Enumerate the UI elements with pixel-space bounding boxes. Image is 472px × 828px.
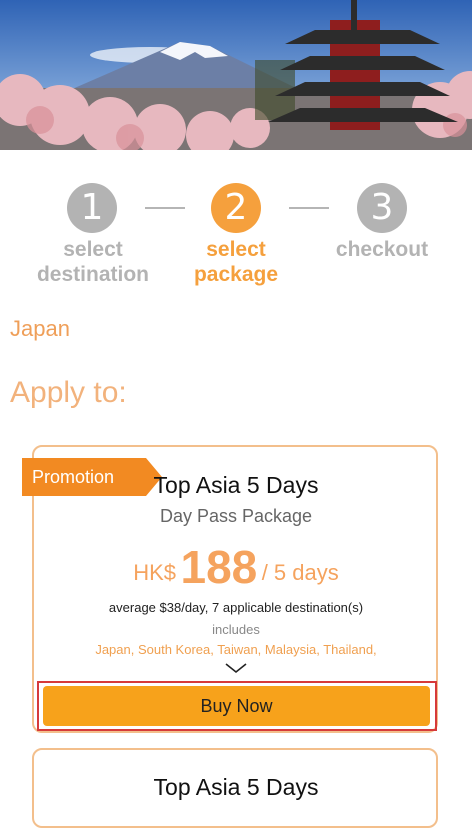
- chevron-down-icon[interactable]: [224, 662, 248, 674]
- step-1-label-line1: select: [63, 238, 123, 261]
- average-price-info: average $38/day, 7 applicable destinatio…: [108, 600, 364, 615]
- checkout-stepper: 1 2 3 select destination select package …: [0, 183, 472, 293]
- step-3-label: checkout: [307, 237, 457, 262]
- step-1-circle: 1: [67, 183, 117, 233]
- apply-to-label: Apply to:: [10, 376, 127, 409]
- package-subtitle: Day Pass Package: [159, 506, 313, 526]
- step-connector: [145, 207, 185, 209]
- price-amount: 188: [180, 541, 258, 593]
- step-connector: [289, 207, 329, 209]
- step-2-label-line2: package: [193, 263, 279, 286]
- selected-country: Japan: [10, 316, 70, 341]
- hero-banner-image: [0, 0, 472, 150]
- package-price: HK$ 188 / 5 days: [0, 540, 472, 594]
- step-3-label-line1: checkout: [335, 238, 429, 261]
- price-currency: HK$: [133, 560, 177, 585]
- package-title: Top Asia 5 Days: [153, 774, 319, 800]
- price-period: / 5 days: [261, 560, 339, 585]
- step-2-label-line1: select: [206, 238, 266, 261]
- includes-label: includes: [212, 622, 260, 637]
- step-3-circle: 3: [357, 183, 407, 233]
- step-1-label: select destination: [18, 237, 168, 287]
- destinations-list: Japan, South Korea, Taiwan, Malaysia, Th…: [95, 642, 377, 657]
- step-2-label: select package: [161, 237, 311, 287]
- step-2-circle: 2: [211, 183, 261, 233]
- step-1-label-line2: destination: [36, 263, 149, 286]
- buy-now-button[interactable]: Buy Now: [43, 686, 430, 726]
- package-title: Top Asia 5 Days: [153, 472, 319, 498]
